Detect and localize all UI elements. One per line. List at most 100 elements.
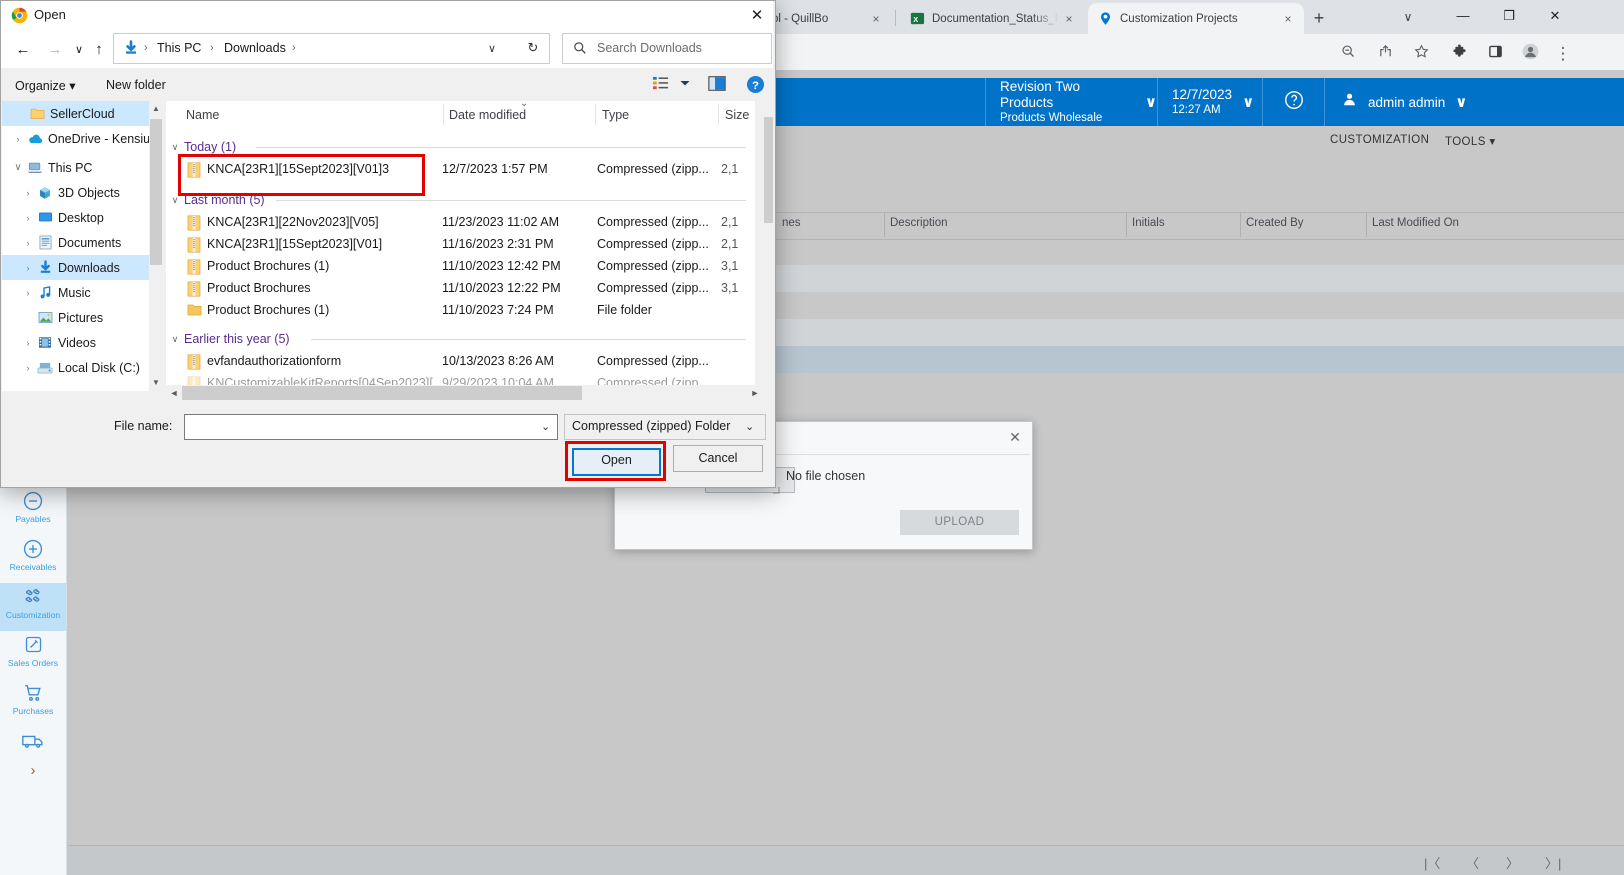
sidebar-item-receivables[interactable]: Receivables [0, 535, 66, 583]
column-header-type[interactable]: Type [602, 108, 629, 122]
chevron-right-icon[interactable]: › [20, 263, 36, 273]
list-item[interactable]: KNCA[23R1][22Nov2023][V05] 11/23/2023 11… [166, 212, 755, 234]
browser-tab-documentation-status[interactable]: X Documentation_Status_Re × [900, 3, 1085, 34]
chevron-down-icon[interactable]: ∨ [488, 42, 496, 55]
list-item[interactable]: KNCA[23R1][15Sept2023][V01] 11/16/2023 2… [166, 234, 755, 256]
help-button[interactable] [1262, 78, 1324, 126]
file-list-hscrollbar-thumb[interactable] [182, 386, 582, 400]
preview-pane-icon[interactable] [708, 75, 726, 95]
breadcrumb-downloads[interactable]: Downloads [224, 41, 286, 55]
column-divider[interactable] [718, 104, 719, 125]
view-caret-icon[interactable] [677, 75, 693, 95]
pager-next-button[interactable]: 〉 [1506, 853, 1519, 872]
tree-item-desktop[interactable]: › Desktop [2, 205, 149, 230]
sidebar-item-purchases[interactable]: Purchases [0, 679, 66, 727]
table-row-selected[interactable]: admin admin 12/7/2023 [776, 346, 1624, 373]
grid-column-created-by[interactable]: Created By [1246, 217, 1304, 229]
open-button[interactable]: Open [572, 448, 661, 476]
grid-column-description[interactable]: Description [890, 217, 948, 229]
tree-scrollbar-thumb[interactable] [150, 119, 162, 265]
chevron-down-icon[interactable]: ∨ [166, 334, 184, 345]
column-divider[interactable] [595, 104, 596, 125]
chevron-down-icon[interactable]: ∨ [166, 142, 184, 153]
extensions-icon[interactable] [1448, 43, 1470, 65]
column-header-name[interactable]: Name [186, 108, 219, 122]
table-row[interactable]: admin admin 8/17/2023 [776, 292, 1624, 319]
browser-tab-customization-projects[interactable]: Customization Projects × [1088, 3, 1304, 34]
tree-item-local-disk-c[interactable]: › Local Disk (C:) [2, 355, 149, 380]
close-icon[interactable]: ✕ [1004, 427, 1026, 449]
star-icon[interactable] [1410, 43, 1432, 65]
group-header-earlier-this-year[interactable]: ∨ Earlier this year (5) [166, 328, 290, 350]
tree-item-downloads[interactable]: › Downloads [2, 255, 149, 280]
grid-column-last-modified[interactable]: Last Modified On [1372, 217, 1459, 229]
window-close-button[interactable]: ✕ [1532, 0, 1578, 32]
sidepanel-icon[interactable] [1484, 43, 1506, 65]
list-item[interactable]: Product Brochures (1) 11/10/2023 12:42 P… [166, 256, 755, 278]
tree-item-onedrive[interactable]: › OneDrive - Kensiu [2, 126, 150, 151]
pager-first-button[interactable]: |〈 [1424, 853, 1440, 872]
window-minimize-button[interactable]: — [1440, 0, 1486, 32]
cancel-button[interactable]: Cancel [673, 445, 763, 472]
close-icon[interactable]: ✕ [746, 5, 768, 27]
zoom-out-icon[interactable] [1337, 43, 1359, 65]
tree-item-music[interactable]: › Music [2, 280, 149, 305]
chevron-down-icon[interactable]: ∨ [166, 195, 184, 206]
chevron-right-icon[interactable]: › [20, 363, 36, 373]
tools-link[interactable]: TOOLS ▾ [1445, 134, 1496, 148]
company-selector[interactable]: Revision Two Products Products Wholesale… [985, 78, 1157, 126]
address-bar[interactable]: › This PC › Downloads › ∨ [113, 33, 518, 64]
close-icon[interactable]: × [866, 9, 886, 29]
chevron-down-icon[interactable]: ∨ [10, 162, 26, 173]
scroll-up-icon[interactable]: ▲ [149, 101, 163, 117]
chevron-down-icon[interactable]: ⌄ [541, 420, 550, 433]
chevron-right-icon[interactable]: › [20, 213, 36, 223]
view-layout-icon[interactable] [652, 75, 669, 95]
chevron-right-icon[interactable]: › [20, 188, 36, 198]
sidebar-item-customization[interactable]: Customization [0, 583, 66, 631]
new-tab-button[interactable]: + [1306, 6, 1332, 32]
column-divider[interactable] [443, 104, 444, 125]
list-item[interactable]: Product Brochures (1) 11/10/2023 7:24 PM… [166, 300, 755, 322]
table-row[interactable]: SM Demo Data admin admin 3/6/2020 [776, 238, 1624, 265]
pager-prev-button[interactable]: 〈 [1466, 853, 1479, 872]
tree-item-pictures[interactable]: Pictures [2, 305, 149, 330]
group-header-today[interactable]: ∨ Today (1) [166, 136, 236, 158]
tree-item-3d-objects[interactable]: › 3D Objects [2, 180, 149, 205]
pager-last-button[interactable]: 〉| [1545, 853, 1561, 872]
upload-button[interactable]: UPLOAD [900, 510, 1019, 535]
datetime-selector[interactable]: 12/7/2023 12:27 AM ∨ [1157, 78, 1262, 126]
sidebar-item-sales-orders[interactable]: Sales Orders [0, 631, 66, 679]
file-type-select[interactable]: Compressed (zipped) Folder ⌄ [564, 414, 766, 440]
file-list[interactable]: ∨ Today (1) KNCA[23R1][15Sept2023][V01]3… [166, 128, 755, 385]
column-header-date-modified[interactable]: Date modified [449, 108, 526, 122]
file-name-input[interactable] [184, 414, 558, 440]
table-row[interactable]: Purchase Receipt Inspection Step admin a… [776, 319, 1624, 346]
list-item[interactable]: KNCustomizableKitReports[04Sep2023][ 9/2… [166, 373, 755, 385]
up-button[interactable]: ↑ [85, 36, 113, 64]
list-item[interactable]: evfandauthorizationform 10/13/2023 8:26 … [166, 351, 755, 373]
window-maximize-button[interactable]: ❐ [1486, 0, 1532, 32]
profile-icon[interactable] [1519, 43, 1541, 65]
tree-item-documents[interactable]: › Documents [2, 230, 149, 255]
group-header-last-month[interactable]: ∨ Last month (5) [166, 189, 265, 211]
share-icon[interactable] [1374, 43, 1396, 65]
user-menu[interactable]: admin admin ∨ [1324, 78, 1624, 126]
refresh-button[interactable]: ↻ [517, 33, 550, 64]
menu-icon[interactable]: ⋮ [1552, 43, 1574, 65]
organize-button[interactable]: Organize ▾ [15, 78, 75, 93]
chevron-right-icon[interactable]: › [20, 238, 36, 248]
scroll-down-icon[interactable]: ▼ [149, 375, 163, 391]
sidebar-item-payables[interactable]: Payables [0, 487, 66, 535]
column-header-size[interactable]: Size [725, 108, 749, 122]
help-icon[interactable]: ? [746, 75, 765, 95]
grid-column-initials[interactable]: Initials [1132, 217, 1165, 229]
close-icon[interactable]: × [1278, 9, 1298, 29]
scroll-right-icon[interactable]: ► [747, 385, 763, 401]
customization-link[interactable]: CUSTOMIZATION [1330, 134, 1429, 146]
back-button[interactable]: ← [9, 36, 37, 64]
chevron-right-icon[interactable]: › [20, 288, 36, 298]
chevron-right-icon[interactable]: › [10, 134, 26, 144]
grid-column-names[interactable]: nes [782, 217, 801, 229]
tree-item-this-pc[interactable]: ∨ This PC [2, 155, 149, 180]
